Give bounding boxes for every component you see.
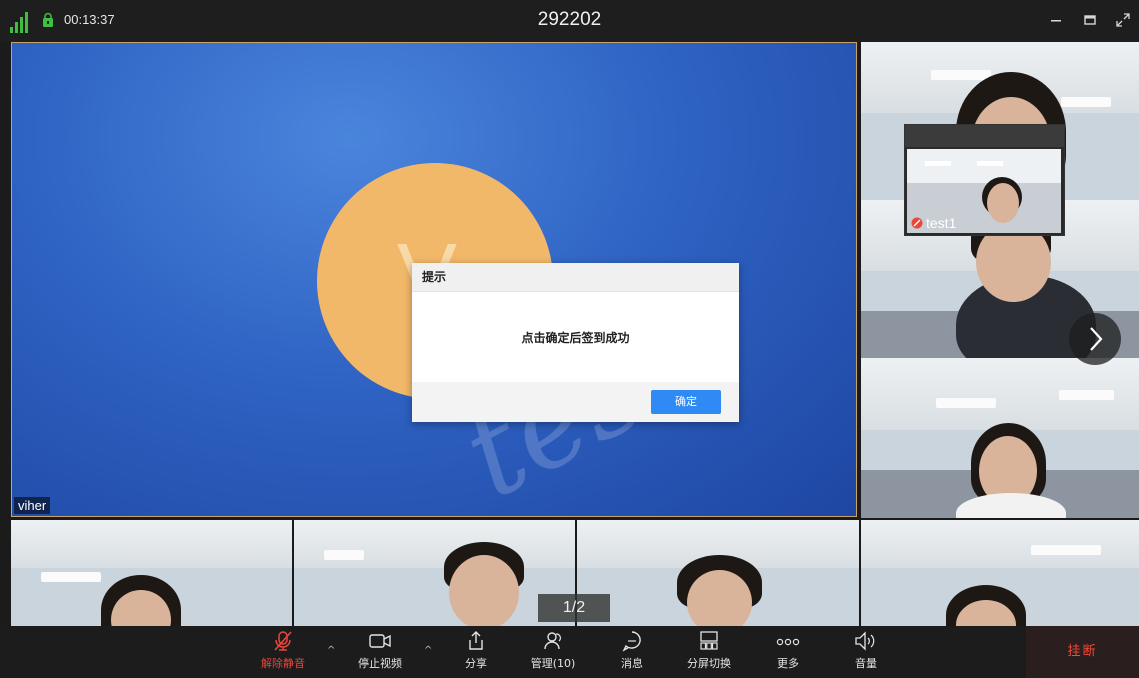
volume-button[interactable]: 音量 (836, 630, 896, 671)
self-video: test1 (907, 149, 1061, 233)
page-indicator: 1/2 (538, 594, 610, 622)
mic-muted-icon (911, 217, 923, 229)
more-icon (776, 638, 800, 646)
unmute-label: 解除静音 (261, 657, 305, 670)
video-tile[interactable] (11, 520, 292, 626)
checkin-dialog: 提示 点击确定后签到成功 确定 (412, 263, 739, 422)
chevron-right-icon (1090, 327, 1103, 351)
confirm-button[interactable]: 确定 (651, 390, 721, 414)
pip-header[interactable] (905, 125, 1064, 147)
title-bar: 00:13:37 292202 (0, 0, 1139, 42)
video-tile[interactable] (861, 520, 1139, 626)
fullscreen-icon[interactable] (1113, 10, 1133, 30)
maximize-icon[interactable] (1080, 10, 1100, 30)
share-icon (469, 631, 483, 650)
stop-video-label: 停止视频 (358, 657, 402, 670)
participant-name-tag: viher (14, 497, 51, 514)
minimize-icon[interactable] (1046, 10, 1066, 30)
layout-switch-icon (700, 631, 718, 650)
mic-muted-icon (274, 631, 292, 651)
video-tile[interactable] (861, 358, 1139, 518)
chat-button[interactable]: 消息 (602, 630, 662, 671)
share-button[interactable]: 分享 (446, 630, 506, 671)
stop-video-button[interactable]: 停止视频 (350, 630, 410, 671)
dialog-title: 提示 (412, 263, 739, 292)
unmute-button[interactable]: 解除静音 (253, 630, 313, 671)
volume-label: 音量 (855, 657, 877, 670)
chat-icon (622, 631, 641, 652)
manage-participants-button[interactable]: 管理(10) (523, 630, 583, 671)
more-button[interactable]: 更多 (758, 630, 818, 671)
meeting-id: 292202 (537, 9, 602, 30)
layout-switch-label: 分屏切换 (687, 657, 731, 670)
hangup-button[interactable]: 挂断 (1026, 626, 1139, 678)
video-options-caret[interactable]: ^ (424, 645, 432, 656)
pip-name-tag: test1 (911, 215, 956, 231)
manage-label: 管理(10) (530, 657, 576, 670)
share-label: 分享 (465, 657, 487, 670)
hangup-label: 挂断 (1067, 644, 1098, 659)
volume-icon (855, 631, 875, 651)
video-tile[interactable] (577, 520, 859, 626)
meeting-toolbar: 解除静音 ^ 停止视频 ^ 分享 管理(10) 消息 分屏切换 更多 音量 (0, 626, 1139, 678)
chat-label: 消息 (621, 657, 643, 670)
camera-icon (369, 634, 391, 648)
layout-switch-button[interactable]: 分屏切换 (679, 630, 739, 671)
next-page-button[interactable] (1069, 313, 1121, 365)
audio-options-caret[interactable]: ^ (327, 645, 335, 656)
participants-icon (544, 632, 561, 650)
video-tile[interactable] (294, 520, 575, 626)
more-label: 更多 (777, 657, 799, 670)
self-view-pip[interactable]: test1 (904, 124, 1065, 236)
dialog-footer: 确定 (412, 382, 739, 422)
pip-participant-name: test1 (926, 215, 957, 231)
dialog-message: 点击确定后签到成功 (521, 331, 630, 345)
